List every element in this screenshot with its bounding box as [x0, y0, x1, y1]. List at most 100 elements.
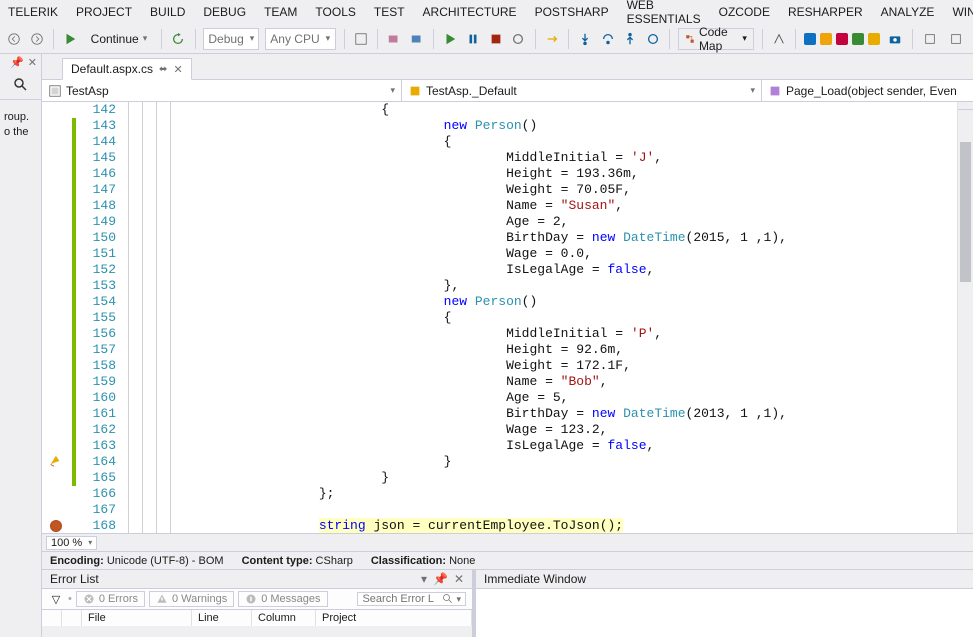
code-line[interactable]: Age = 2,	[194, 214, 568, 230]
error-list-title-bar[interactable]: Error List ▾ 📌 ✕	[42, 570, 472, 589]
scroll-thumb[interactable]	[960, 142, 971, 282]
document-tab[interactable]: Default.aspx.cs ⬌ ✕	[62, 58, 192, 80]
col-project[interactable]: Project	[316, 610, 472, 626]
menu-item-window[interactable]: WINDOW	[952, 5, 973, 19]
error-search-input[interactable]	[362, 593, 442, 605]
nav-class-dropdown[interactable]: TestAsp._Default ▾	[402, 80, 762, 101]
messages-pill[interactable]: 0 Messages	[238, 591, 327, 607]
menu-item-postsharp[interactable]: POSTSHARP	[535, 5, 609, 19]
menu-item-debug[interactable]: DEBUG	[203, 5, 246, 19]
step-over-icon[interactable]	[599, 28, 616, 50]
col-file[interactable]: File	[82, 610, 192, 626]
menu-item-telerik[interactable]: TELERIK	[8, 5, 58, 19]
step-out-icon[interactable]	[622, 28, 639, 50]
menu-item-tools[interactable]: TOOLS	[315, 5, 355, 19]
platform-dropdown[interactable]: Any CPU ▾	[265, 28, 335, 50]
panel-menu-icon[interactable]: ▾	[421, 572, 427, 586]
code-line[interactable]: MiddleInitial = 'P',	[194, 326, 662, 342]
oz-icon-4[interactable]	[852, 33, 864, 45]
code-editor[interactable]: 1421431441451461471481491501511521531541…	[42, 102, 973, 533]
code-line[interactable]: string json = currentEmployee.ToJson();	[194, 518, 623, 533]
code-content[interactable]: { new Person() { MiddleInitial = 'J', He…	[194, 102, 973, 533]
nav-back-icon[interactable]	[6, 28, 23, 50]
toolbar-icon-3[interactable]	[409, 28, 426, 50]
step-icon[interactable]	[645, 28, 662, 50]
oz-icon-2[interactable]	[820, 33, 832, 45]
glyph-margin[interactable]	[42, 102, 72, 533]
error-search[interactable]: ▾	[357, 592, 466, 606]
panel-close-icon[interactable]: ✕	[454, 572, 464, 586]
oz-icon-5[interactable]	[868, 33, 880, 45]
col-column[interactable]: Column	[252, 610, 316, 626]
oz-icon-3[interactable]	[836, 33, 848, 45]
code-line[interactable]: },	[194, 278, 459, 294]
camera-icon[interactable]	[884, 28, 906, 50]
code-line[interactable]: new Person()	[194, 118, 537, 134]
code-line[interactable]: {	[194, 102, 389, 118]
nav-forward-icon[interactable]	[29, 28, 46, 50]
code-line[interactable]: IsLegalAge = false,	[194, 262, 654, 278]
code-line[interactable]: {	[194, 310, 451, 326]
code-line[interactable]: new Person()	[194, 294, 537, 310]
breakpoint-icon[interactable]	[50, 520, 62, 532]
tab-pin-icon[interactable]: ⬌	[159, 64, 167, 75]
code-line[interactable]: Name = "Susan",	[194, 198, 623, 214]
zoom-dropdown[interactable]: 100 % ▾	[46, 536, 97, 550]
codemap-button[interactable]: Code Map ▾	[678, 28, 754, 50]
toolbar-icon[interactable]	[353, 28, 370, 50]
tab-close-icon[interactable]: ✕	[173, 63, 182, 76]
menu-item-resharper[interactable]: RESHARPER	[788, 5, 863, 19]
restart-icon[interactable]	[170, 28, 187, 50]
config-dropdown[interactable]: Debug ▾	[203, 28, 259, 50]
code-line[interactable]: Weight = 70.05F,	[194, 182, 631, 198]
col-blank[interactable]	[42, 610, 62, 626]
continue-icon[interactable]	[62, 28, 79, 50]
panel-pin-icon[interactable]: 📌	[433, 572, 448, 586]
menu-item-test[interactable]: TEST	[374, 5, 405, 19]
code-line[interactable]: Height = 193.36m,	[194, 166, 639, 182]
immediate-content[interactable]	[476, 589, 973, 637]
play-icon[interactable]	[442, 28, 459, 50]
menu-item-architecture[interactable]: ARCHITECTURE	[423, 5, 517, 19]
code-line[interactable]: Weight = 172.1F,	[194, 358, 631, 374]
vertical-scrollbar[interactable]	[957, 102, 973, 533]
menu-item-web-essentials[interactable]: WEB ESSENTIALS	[627, 0, 701, 26]
menu-item-team[interactable]: TEAM	[264, 5, 297, 19]
toolbar-misc-icon[interactable]	[771, 28, 788, 50]
col-line[interactable]: Line	[192, 610, 252, 626]
code-line[interactable]: BirthDay = new DateTime(2013, 1 ,1),	[194, 406, 787, 422]
step-into-icon[interactable]	[577, 28, 594, 50]
menu-item-analyze[interactable]: ANALYZE	[881, 5, 935, 19]
menu-item-build[interactable]: BUILD	[150, 5, 185, 19]
immediate-title-bar[interactable]: Immediate Window	[476, 570, 973, 589]
filter-icon[interactable]: ▽	[48, 593, 64, 606]
code-line[interactable]: Name = "Bob",	[194, 374, 608, 390]
col-icon[interactable]	[62, 610, 82, 626]
errors-pill[interactable]: 0 Errors	[76, 591, 145, 607]
lightbulb-icon[interactable]	[48, 454, 62, 468]
pause-icon[interactable]	[465, 28, 482, 50]
pin-icon[interactable]: 📌	[10, 56, 24, 69]
continue-button[interactable]: Continue ▾	[85, 32, 154, 46]
close-icon[interactable]: ✕	[28, 56, 37, 69]
code-line[interactable]: IsLegalAge = false,	[194, 438, 654, 454]
oz-icon-1[interactable]	[804, 33, 816, 45]
code-line[interactable]: };	[194, 486, 334, 502]
warnings-pill[interactable]: 0 Warnings	[149, 591, 234, 607]
code-line[interactable]: Wage = 123.2,	[194, 422, 607, 438]
code-line[interactable]: Age = 5,	[194, 390, 568, 406]
toolbar-icon-2[interactable]	[386, 28, 403, 50]
code-line[interactable]: }	[194, 454, 451, 470]
code-line[interactable]: Height = 92.6m,	[194, 342, 623, 358]
restart-debug-icon[interactable]	[510, 28, 527, 50]
toolbar-end-icon-2[interactable]	[945, 28, 967, 50]
code-line[interactable]: BirthDay = new DateTime(2015, 1 ,1),	[194, 230, 787, 246]
code-line[interactable]: }	[194, 470, 389, 486]
toolbar-end-icon-1[interactable]	[919, 28, 941, 50]
code-line[interactable]: {	[194, 134, 451, 150]
nav-scope-dropdown[interactable]: TestAsp ▾	[42, 80, 402, 101]
search-icon[interactable]	[13, 77, 29, 93]
show-next-icon[interactable]	[543, 28, 560, 50]
nav-member-dropdown[interactable]: Page_Load(object sender, Even	[762, 80, 973, 101]
stop-icon[interactable]	[487, 28, 504, 50]
